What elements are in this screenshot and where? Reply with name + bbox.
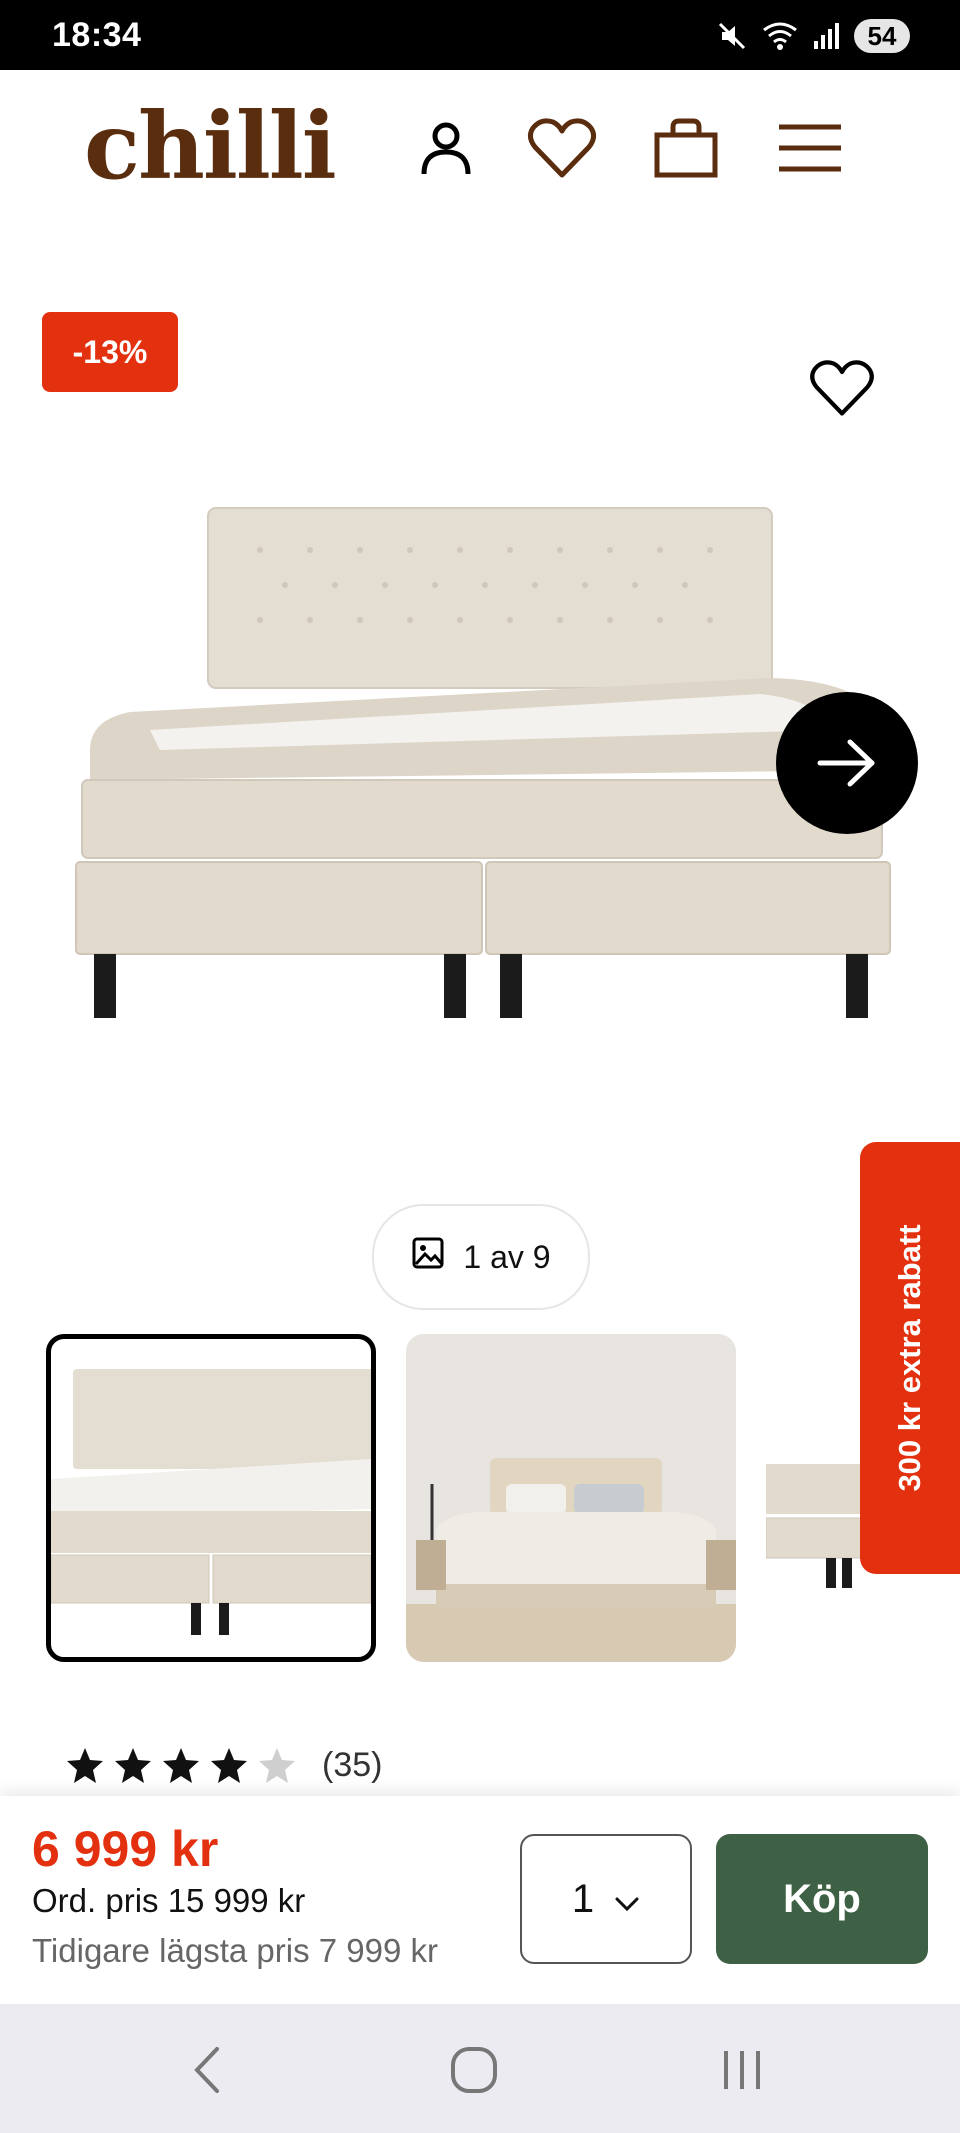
heart-icon — [810, 360, 874, 416]
thumbnail-1[interactable] — [46, 1334, 376, 1662]
star-icon — [112, 1746, 154, 1791]
ordinary-price: Ord. pris 15 999 kr — [32, 1882, 306, 1919]
recents-icon[interactable] — [712, 2040, 772, 2100]
current-price: 6 999 kr — [32, 1821, 219, 1877]
star-icon — [64, 1746, 106, 1791]
home-icon[interactable] — [444, 2040, 504, 2100]
back-icon[interactable] — [176, 2040, 236, 2100]
bag-icon[interactable] — [648, 110, 724, 186]
purchase-bar: 6 999 kr Ord. pris 15 999 kr Tidigare lä… — [0, 1796, 960, 2004]
heart-icon[interactable] — [524, 110, 600, 186]
favorite-button[interactable] — [806, 352, 878, 424]
image-counter[interactable]: 1 av 9 — [372, 1204, 590, 1310]
discount-badge: -13% — [42, 312, 178, 392]
site-header: chilli — [0, 70, 960, 230]
buy-button[interactable]: Köp — [716, 1834, 928, 1964]
system-nav-bar — [0, 2004, 960, 2133]
star-icon — [256, 1746, 298, 1791]
status-bar: 18:34 54 — [0, 0, 960, 70]
quantity-select[interactable]: 1 — [520, 1834, 692, 1964]
lowest-price: Tidigare lägsta pris 7 999 kr — [32, 1932, 438, 1969]
logo[interactable]: chilli — [84, 100, 337, 192]
product-image[interactable] — [60, 480, 900, 1040]
extra-discount-label: 300 kr extra rabatt — [892, 1224, 927, 1492]
menu-icon[interactable] — [772, 110, 848, 186]
signal-icon — [812, 21, 840, 51]
image-counter-label: 1 av 9 — [463, 1238, 551, 1275]
next-image-button[interactable] — [776, 692, 918, 834]
thumbnail-2[interactable] — [406, 1334, 736, 1662]
user-icon[interactable] — [408, 110, 484, 186]
mute-icon — [716, 20, 748, 52]
quantity-value: 1 — [571, 1876, 595, 1921]
image-icon — [411, 1236, 445, 1278]
star-icon — [208, 1746, 250, 1791]
extra-discount-tab[interactable]: 300 kr extra rabatt — [860, 1142, 960, 1574]
rating-count[interactable]: (35) — [322, 1746, 382, 1785]
wifi-icon — [762, 20, 798, 52]
star-icon — [160, 1746, 202, 1791]
status-time: 18:34 — [52, 16, 142, 54]
chevron-down-icon — [614, 1877, 640, 1922]
rating-stars[interactable] — [64, 1746, 298, 1791]
status-icons: 54 — [716, 16, 910, 56]
battery-indicator: 54 — [854, 19, 910, 53]
arrow-right-icon — [817, 739, 875, 787]
